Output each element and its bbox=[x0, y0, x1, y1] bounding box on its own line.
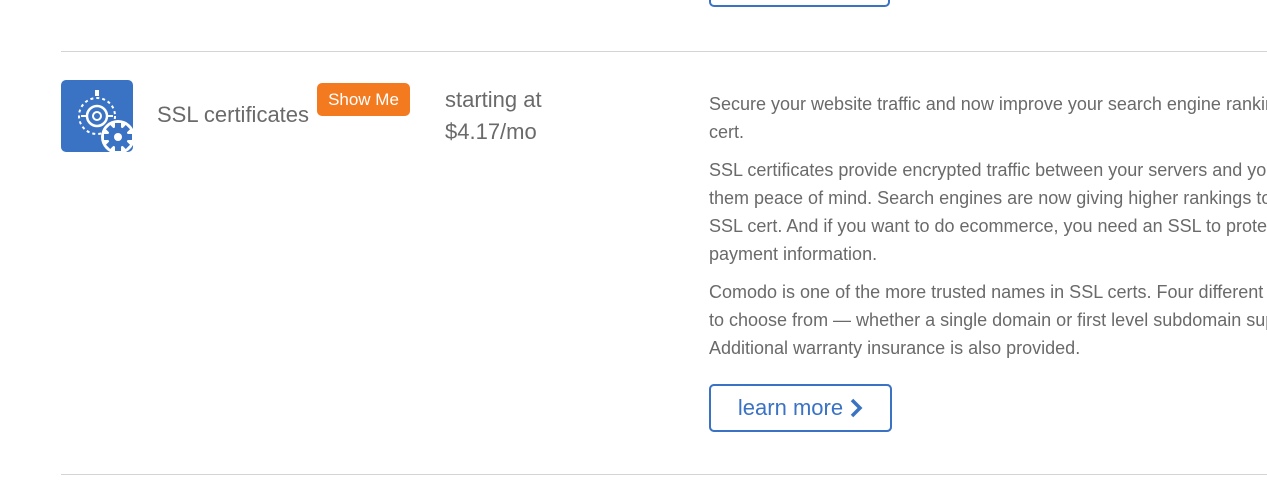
product-description: Secure your website traffic and now impr… bbox=[709, 90, 1267, 372]
description-paragraph: Secure your website traffic and now impr… bbox=[709, 94, 1267, 142]
learn-more-label: learn more bbox=[737, 395, 844, 420]
description-paragraph: Comodo is one of the more trusted names … bbox=[709, 282, 1267, 358]
show-me-button[interactable]: Show Me bbox=[317, 83, 410, 116]
chevron-right-icon bbox=[849, 398, 863, 418]
learn-more-button[interactable]: learn more bbox=[709, 384, 892, 432]
row-divider-top bbox=[61, 51, 1267, 52]
price-prefix: starting at bbox=[445, 87, 542, 112]
ssl-gear-icon bbox=[61, 80, 133, 152]
price-block: starting at $4.17/mo bbox=[445, 84, 542, 148]
price-value: $4.17/mo bbox=[445, 119, 537, 144]
previous-learn-more-button[interactable] bbox=[709, 0, 890, 7]
row-divider-bottom bbox=[61, 474, 1267, 475]
description-paragraph: SSL certificates provide encrypted traff… bbox=[709, 160, 1267, 264]
product-name: SSL certificates bbox=[157, 102, 310, 127]
